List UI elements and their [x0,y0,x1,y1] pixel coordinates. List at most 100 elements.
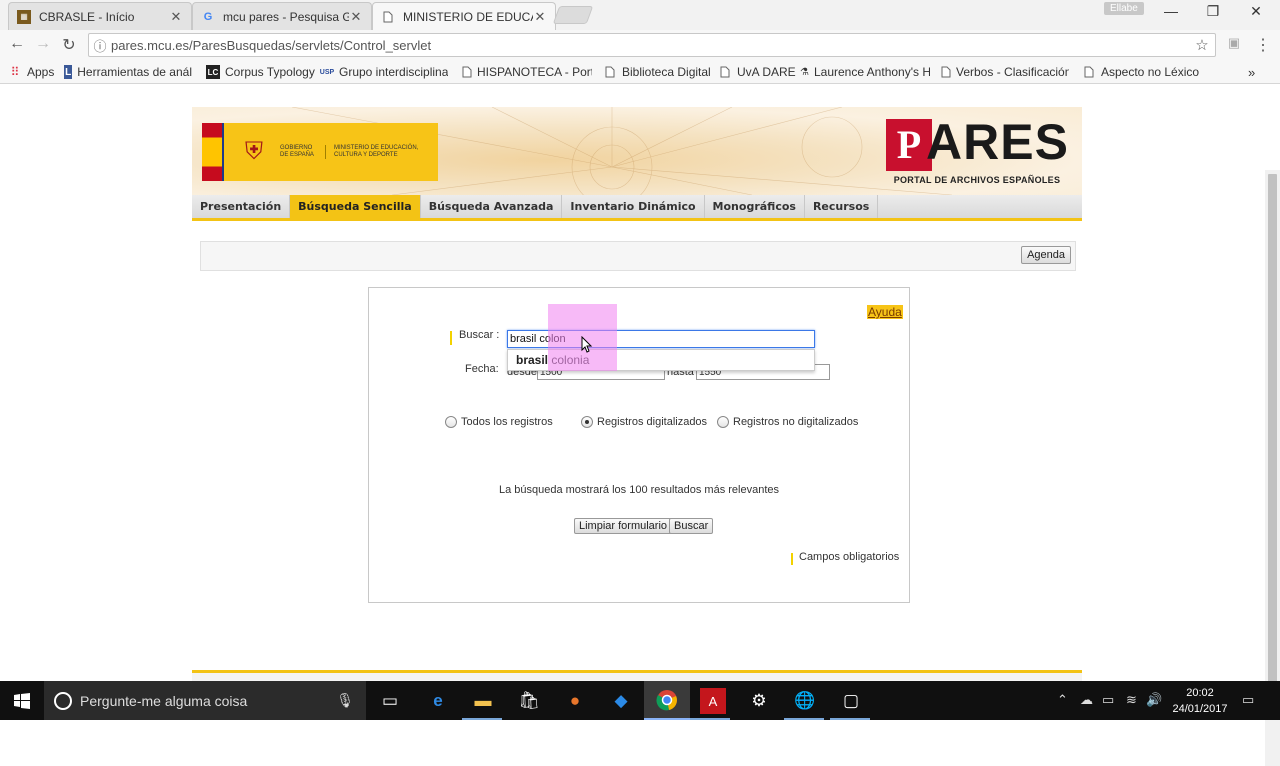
chrome-icon[interactable] [644,681,690,720]
chevron-up-icon[interactable]: ⌃ [1057,692,1068,708]
edge-icon[interactable]: e [425,688,451,714]
tab-google-search[interactable]: G mcu pares - Pesquisa Go ✕ [192,2,372,30]
buscar-input[interactable] [507,330,815,348]
radio-digitalizados[interactable]: Registros digitalizados [581,416,707,428]
tab-ministerio[interactable]: MINISTERIO DE EDUCAC ✕ [372,2,556,30]
radio-todos[interactable]: Todos los registros [445,416,553,428]
more-bookmarks-icon[interactable]: » [1248,63,1255,81]
window-icon[interactable]: ▢ [838,688,864,714]
page-icon [1082,65,1096,79]
bookmark-corpus-typology[interactable]: LC Corpus Typology [206,63,315,81]
search-button[interactable]: Buscar [669,518,714,534]
google-favicon-icon: G [203,10,213,23]
bookmark-apps[interactable]: ⠿ Apps [8,63,55,81]
tab-title: mcu pares - Pesquisa Go [223,9,349,24]
gobierno-logo[interactable]: ⛨ GOBIERNO DE ESPAÑA MINISTERIO DE EDUCA… [202,123,438,181]
radio-label: Todos los registros [461,416,553,428]
bookmark-star-icon[interactable]: ☆ [1189,36,1215,54]
task-view-icon[interactable]: ▭ [377,688,403,714]
bookmark-label: HISPANOTECA - Porta [477,65,592,79]
mouse-cursor-icon [581,336,593,353]
menu-monograficos[interactable]: Monográficos [705,195,805,218]
pares-subtitle: PORTAL DE ARCHIVOS ESPAÑOLES [893,175,1061,185]
bookmark-label: Biblioteca Digital [622,65,711,79]
bookmark-verbos[interactable]: Verbos - Clasificación [941,63,1069,81]
close-icon[interactable]: ✕ [169,9,183,25]
clear-form-button[interactable]: Limpiar formulario [574,518,673,534]
forward-arrow-icon[interactable]: → [32,35,54,55]
window-close-icon[interactable]: ✕ [1243,3,1269,23]
url-text[interactable]: pares.mcu.es/ParesBusquedas/servlets/Con… [111,38,1189,53]
bookmark-aspecto[interactable]: Aspecto no Léxico [1082,63,1199,81]
agenda-button[interactable]: Agenda [1021,246,1071,264]
dropbox-icon[interactable]: ◆ [608,688,634,714]
suggestion-rest: colonia [548,353,590,367]
clock-date: 24/01/2017 [1172,703,1228,715]
buscar-label: Buscar : [459,329,500,341]
profile-chip[interactable]: Ellabe [1104,2,1144,15]
close-icon[interactable]: ✕ [349,9,363,25]
bookmark-biblioteca[interactable]: Biblioteca Digital [603,63,711,81]
menu-recursos[interactable]: Recursos [805,195,879,218]
radio-no-digitalizados-button[interactable] [717,416,729,428]
radio-no-digitalizados[interactable]: Registros no digitalizados [717,416,858,428]
firefox-icon[interactable]: ● [562,688,588,714]
cortana-icon [54,691,72,710]
store-icon[interactable]: 🛍 [516,688,542,714]
bookmark-grupo[interactable]: USP Grupo interdisciplinar [320,63,448,81]
microphone-icon[interactable]: 🎙 [336,692,354,709]
page-icon [941,65,951,79]
main-menu: Presentación Búsqueda Sencilla Búsqueda … [192,195,1082,221]
restore-icon[interactable]: ❐ [1200,3,1226,23]
radio-todos-button[interactable] [445,416,457,428]
tab-title: MINISTERIO DE EDUCAC [403,9,533,24]
wifi-icon[interactable]: ≋ [1126,692,1137,708]
pares-word: ARES [926,114,1069,170]
bookmark-label: Apps [27,65,55,79]
tab-cbrasle[interactable]: ▦ CBRASLE - Início ✕ [8,2,192,30]
reload-icon[interactable]: ↻ [58,35,80,55]
globe-icon[interactable]: 🌐 [792,688,818,714]
file-explorer-icon[interactable]: ▬ [470,688,496,714]
menu-presentacion[interactable]: Presentación [192,195,291,218]
scrollbar-thumb[interactable] [1268,174,1277,714]
menu-kebab-icon[interactable]: ⋮ [1252,35,1274,55]
bookmark-label: Herramientas de anál [77,65,192,79]
address-bar[interactable]: ⓘ pares.mcu.es/ParesBusquedas/servlets/C… [88,33,1216,57]
ministry-text: MINISTERIO DE EDUCACIÓN, CULTURA Y DEPOR… [334,145,419,158]
notification-icon[interactable]: ▭ [1242,692,1254,708]
new-tab-button[interactable] [552,6,594,24]
battery-icon[interactable]: ▭ [1102,692,1114,708]
menu-busqueda-sencilla[interactable]: Búsqueda Sencilla [290,195,421,218]
radio-digitalizados-button[interactable] [581,416,593,428]
volume-icon[interactable]: 🔊 [1146,692,1162,708]
bookmark-laurence-anthony[interactable]: ⚗ Laurence Anthony's H [800,63,930,81]
search-form: Ayuda Buscar : Fecha: desde hasta brasil… [368,287,910,603]
close-icon[interactable]: ✕ [533,9,547,25]
usp-icon: USP [320,68,335,76]
bookmark-herramientas[interactable]: L Herramientas de anál [64,63,192,81]
bookmark-uva-dare[interactable]: UvA DARE [718,63,796,81]
menu-inventario-dinamico[interactable]: Inventario Dinámico [562,195,705,218]
clock[interactable]: 20:02 24/01/2017 [1170,685,1230,717]
bookmark-hispanoteca[interactable]: HISPANOTECA - Porta [462,63,592,81]
back-arrow-icon[interactable]: ← [6,35,28,55]
page-scrollbar[interactable] [1265,170,1280,766]
info-icon[interactable]: ⓘ [89,36,111,55]
required-fields-note: Campos obligatorios [799,551,900,563]
page-icon [603,65,617,79]
cloud-icon[interactable]: ☁ [1080,692,1093,708]
bookmark-label: Aspecto no Léxico [1101,65,1200,79]
autocomplete-suggestion[interactable]: brasil colonia [507,349,815,371]
pares-logo[interactable]: P ARES PORTAL DE ARCHIVOS ESPAÑOLES [886,114,1068,187]
windows-start-icon[interactable] [0,681,44,720]
extension-icon[interactable]: ▣ [1223,35,1245,55]
page-favicon-icon [381,10,395,24]
coat-of-arms-icon: ⛨ [245,138,263,165]
help-link[interactable]: Ayuda [867,305,903,319]
menu-busqueda-avanzada[interactable]: Búsqueda Avanzada [421,195,563,218]
cortana-search-box[interactable]: Pergunte-me alguma coisa 🎙 [44,681,366,720]
app-icon[interactable]: ⚙ [746,688,772,714]
minimize-icon[interactable]: — [1158,3,1184,23]
acrobat-icon[interactable]: A [700,688,726,714]
